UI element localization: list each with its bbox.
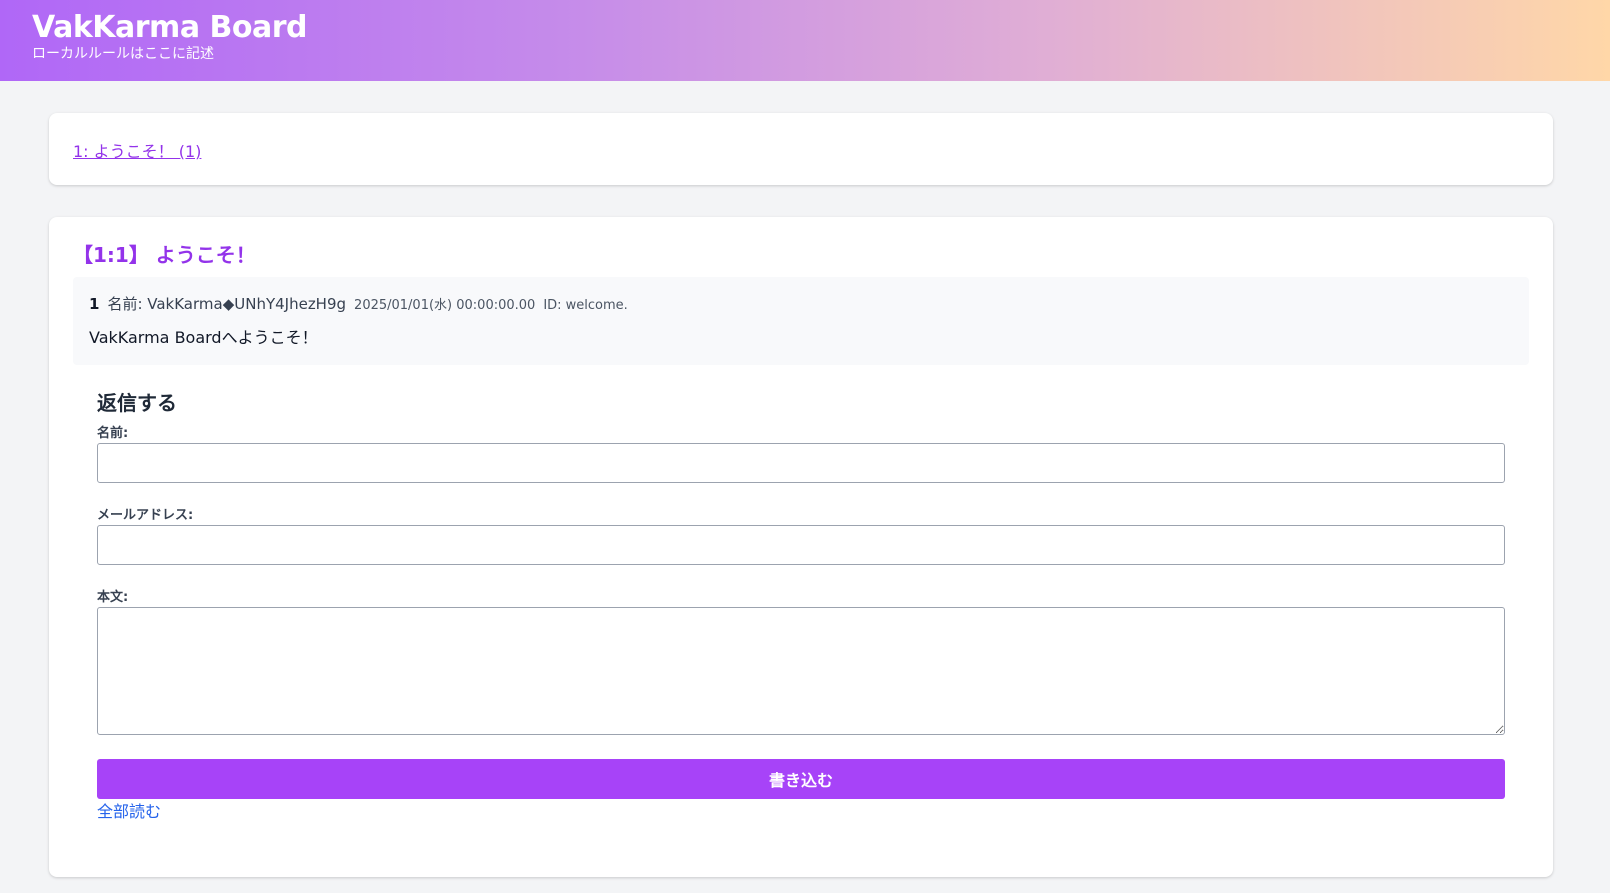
- reply-form: 返信する 名前: メールアドレス: 本文: 書き込む 全部読む: [73, 365, 1529, 823]
- site-subtitle: ローカルルールはここに記述: [32, 46, 214, 62]
- read-all-link[interactable]: 全部読む: [97, 801, 161, 823]
- thread-card: 【1:1】 ようこそ！ 1 名前: VakKarma◆UNhY4JhezH9g …: [49, 217, 1553, 877]
- email-field-label: メールアドレス:: [97, 508, 194, 523]
- name-field[interactable]: [97, 443, 1505, 483]
- reply-heading: 返信する: [97, 391, 177, 415]
- body-field-label: 本文:: [97, 590, 129, 605]
- name-field-label: 名前:: [97, 426, 129, 441]
- body-textarea[interactable]: [97, 607, 1505, 735]
- site-header: VakKarma Board ローカルルールはここに記述: [0, 0, 1610, 81]
- post-number: 1: [89, 295, 100, 313]
- post-id: ID: welcome.: [543, 298, 628, 313]
- site-title: VakKarma Board: [32, 10, 308, 45]
- thread-title: 【1:1】 ようこそ！: [73, 243, 256, 267]
- thread-list-card: 1: ようこそ！ (1): [49, 113, 1553, 185]
- post-meta: 1 名前: VakKarma◆UNhY4JhezH9g 2025/01/01(水…: [89, 293, 1513, 317]
- submit-button[interactable]: 書き込む: [97, 759, 1505, 799]
- post-item: 1 名前: VakKarma◆UNhY4JhezH9g 2025/01/01(水…: [73, 277, 1529, 365]
- post-body: VakKarma Boardへようこそ！: [89, 328, 318, 347]
- email-field[interactable]: [97, 525, 1505, 565]
- post-author-name: 名前: VakKarma◆UNhY4JhezH9g: [107, 295, 347, 313]
- post-timestamp: 2025/01/01(水) 00:00:00.00: [354, 298, 536, 313]
- thread-list-link[interactable]: 1: ようこそ！ (1): [73, 142, 201, 161]
